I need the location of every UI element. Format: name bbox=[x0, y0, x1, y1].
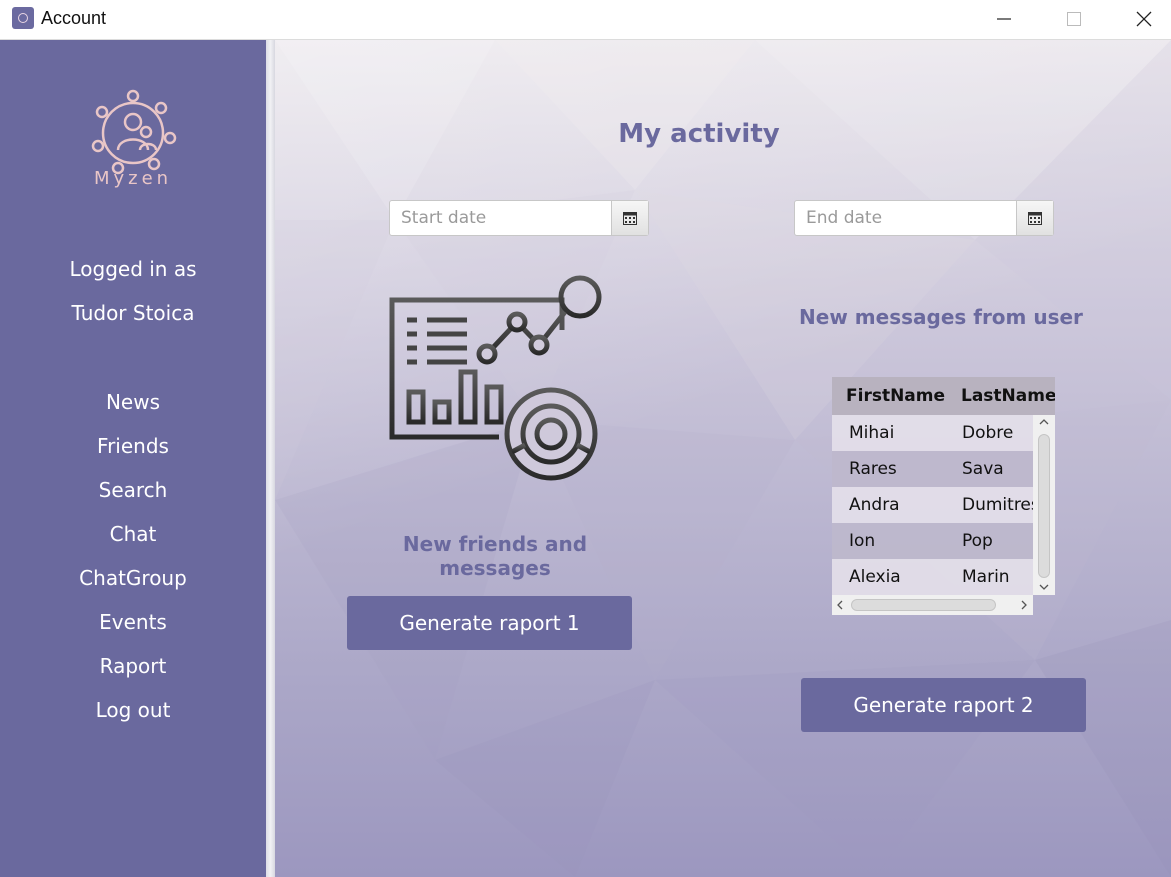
maximize-icon bbox=[1067, 12, 1081, 26]
table-row[interactable]: Mihai Dobre bbox=[832, 415, 1033, 451]
sidebar-item-logout[interactable]: Log out bbox=[0, 695, 266, 725]
chevron-left-icon[interactable] bbox=[836, 600, 844, 610]
myzen-logo-icon bbox=[91, 89, 177, 175]
users-table[interactable]: FirstName LastName Mihai Dobre Rares Sav… bbox=[832, 377, 1055, 620]
sidebar-item-search[interactable]: Search bbox=[0, 475, 266, 505]
generate-raport-2-button[interactable]: Generate raport 2 bbox=[801, 678, 1086, 732]
sidebar-item-chat[interactable]: Chat bbox=[0, 519, 266, 549]
maximize-button[interactable] bbox=[1051, 0, 1097, 38]
cell-firstname: Andra bbox=[849, 495, 900, 515]
sidebar: Myzen Logged in as Tudor Stoica News Fri… bbox=[0, 40, 266, 877]
table-header: FirstName LastName bbox=[832, 377, 1055, 415]
generate-raport-1-button[interactable]: Generate raport 1 bbox=[347, 596, 632, 650]
sidebar-item-friends[interactable]: Friends bbox=[0, 431, 266, 461]
logged-in-label: Logged in as bbox=[69, 257, 197, 281]
cell-firstname: Alexia bbox=[849, 567, 901, 587]
chevron-up-icon[interactable] bbox=[1039, 418, 1049, 426]
cell-firstname: Rares bbox=[849, 459, 897, 479]
cell-firstname: Mihai bbox=[849, 423, 895, 443]
cell-lastname: Sava bbox=[962, 459, 1004, 479]
window-title: Account bbox=[41, 8, 107, 28]
sidebar-item-chatgroup[interactable]: ChatGroup bbox=[0, 563, 266, 593]
chevron-down-icon[interactable] bbox=[1039, 583, 1049, 591]
column-header-firstname[interactable]: FirstName bbox=[832, 377, 947, 415]
sidebar-divider[interactable] bbox=[266, 40, 275, 877]
table-row[interactable]: Alexia Marin bbox=[832, 559, 1033, 595]
calendar-icon bbox=[1028, 211, 1042, 225]
cell-lastname: Marin bbox=[962, 567, 1010, 587]
cell-lastname: Dumitrescu bbox=[962, 495, 1033, 515]
user-name: Tudor Stoica bbox=[71, 301, 195, 325]
vertical-scroll-thumb[interactable] bbox=[1038, 434, 1050, 578]
table-body: Mihai Dobre Rares Sava Andra Dumitrescu … bbox=[832, 415, 1033, 595]
close-icon bbox=[1136, 11, 1152, 27]
new-friends-messages-label: New friends and messages bbox=[402, 532, 588, 580]
close-button[interactable] bbox=[1121, 0, 1167, 38]
end-date-input[interactable] bbox=[795, 201, 1016, 235]
page-title: My activity bbox=[618, 119, 780, 149]
logo-text: Myzen bbox=[93, 168, 173, 189]
column-header-lastname[interactable]: LastName bbox=[947, 377, 1055, 415]
app-logo-icon bbox=[12, 7, 34, 29]
new-messages-from-user-label: New messages from user bbox=[799, 305, 1083, 329]
table-row[interactable]: Rares Sava bbox=[832, 451, 1033, 487]
start-date-input[interactable] bbox=[390, 201, 611, 235]
table-row[interactable]: Andra Dumitrescu bbox=[832, 487, 1033, 523]
title-bar: Account bbox=[0, 0, 1171, 40]
cell-lastname: Dobre bbox=[962, 423, 1014, 443]
minimize-icon bbox=[997, 18, 1011, 20]
end-date-picker[interactable] bbox=[794, 200, 1054, 236]
start-date-calendar-button[interactable] bbox=[611, 201, 648, 235]
sidebar-item-events[interactable]: Events bbox=[0, 607, 266, 637]
end-date-calendar-button[interactable] bbox=[1016, 201, 1053, 235]
horizontal-scrollbar[interactable] bbox=[832, 595, 1033, 615]
minimize-button[interactable] bbox=[981, 0, 1027, 38]
chevron-right-icon[interactable] bbox=[1020, 600, 1028, 610]
vertical-scrollbar[interactable] bbox=[1033, 415, 1055, 595]
table-row[interactable]: Ion Pop bbox=[832, 523, 1033, 559]
analytics-dashboard-icon bbox=[389, 275, 602, 481]
horizontal-scroll-thumb[interactable] bbox=[851, 599, 996, 611]
start-date-picker[interactable] bbox=[389, 200, 649, 236]
sidebar-item-news[interactable]: News bbox=[0, 387, 266, 417]
sidebar-item-raport[interactable]: Raport bbox=[0, 651, 266, 681]
main-panel: My activity Start date End date New frie… bbox=[275, 40, 1171, 877]
calendar-icon bbox=[623, 211, 637, 225]
cell-lastname: Pop bbox=[962, 531, 993, 551]
cell-firstname: Ion bbox=[849, 531, 876, 551]
